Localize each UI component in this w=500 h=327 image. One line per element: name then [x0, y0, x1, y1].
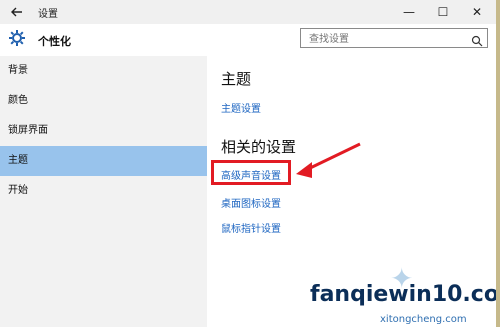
search-box[interactable] — [300, 28, 488, 48]
page-title: 个性化 — [38, 35, 71, 48]
watermark: ✦ fanqiewin10.com xitongcheng.com — [300, 262, 496, 327]
section-heading-related: 相关的设置 — [221, 138, 297, 156]
highlight-box — [211, 160, 291, 185]
red-arrow-annotation — [296, 142, 361, 178]
maximize-button[interactable]: ☐ — [428, 0, 458, 24]
watermark-main-text: fanqiewin10.com — [310, 282, 496, 307]
back-arrow-icon[interactable] — [8, 3, 26, 21]
minimize-button[interactable]: — — [394, 0, 424, 24]
sidebar-item-themes[interactable]: 主题 — [0, 146, 207, 176]
sidebar-item-colors[interactable]: 颜色 — [0, 86, 207, 116]
sidebar: 背景 颜色 锁屏界面 主题 开始 — [0, 56, 207, 327]
search-input[interactable] — [307, 31, 461, 47]
close-button[interactable]: ✕ — [462, 0, 492, 24]
section-heading-theme: 主题 — [221, 70, 252, 88]
watermark-sub-text: xitongcheng.com — [380, 314, 467, 325]
search-icon[interactable] — [471, 32, 483, 47]
settings-window: 设置 — ☐ ✕ 个性化 查找设置 背景 颜色 锁屏界面 主题 开始 主题 主题… — [0, 0, 496, 327]
desktop-icon-settings-link[interactable]: 桌面图标设置 — [221, 195, 281, 210]
title-bar: 设置 — ☐ ✕ — [0, 0, 496, 25]
sidebar-item-background[interactable]: 背景 — [0, 56, 207, 86]
sidebar-item-lock-screen[interactable]: 锁屏界面 — [0, 116, 207, 146]
mouse-pointer-settings-link[interactable]: 鼠标指针设置 — [221, 220, 281, 235]
gear-icon — [8, 29, 26, 47]
page-header: 个性化 — [0, 24, 496, 56]
sidebar-item-start[interactable]: 开始 — [0, 176, 207, 206]
window-title: 设置 — [38, 9, 58, 20]
theme-settings-link[interactable]: 主题设置 — [221, 100, 261, 115]
